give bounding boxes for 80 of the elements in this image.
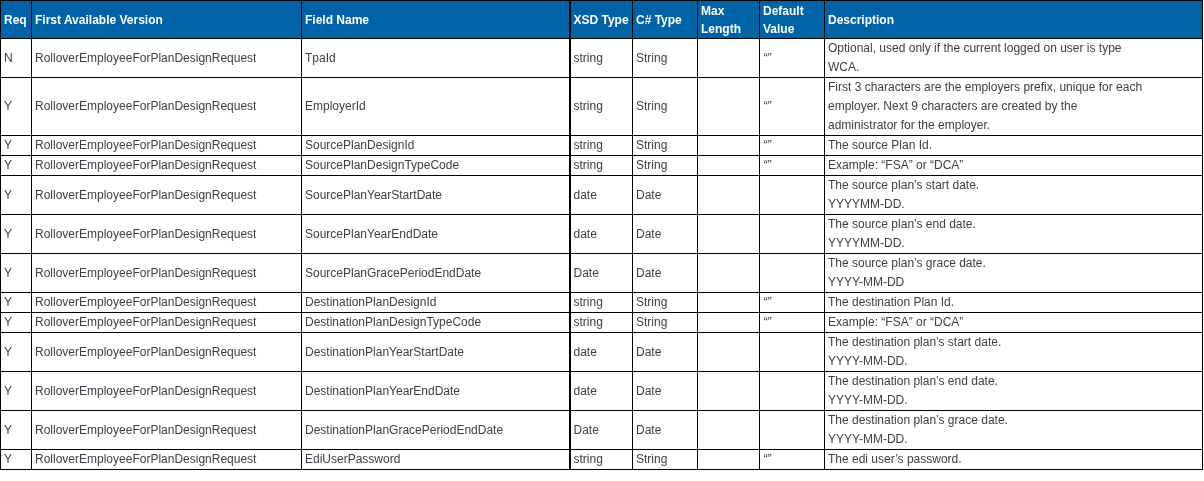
table-cell: The source plan’s grace date. YYYY-MM-DD: [824, 253, 1203, 293]
table-cell: Date: [569, 253, 633, 293]
table-cell: “”: [759, 135, 825, 156]
table-cell: date: [569, 214, 633, 254]
column-header: Default Value: [759, 0, 825, 39]
table-cell: Y: [0, 410, 32, 450]
column-header: Max Length: [697, 0, 760, 39]
table-cell: Y: [0, 449, 32, 470]
table-cell: string: [569, 155, 633, 176]
table-cell: Date: [632, 253, 698, 293]
table-cell: RolloverEmployeeForPlanDesignRequest: [31, 312, 302, 333]
table-cell: Date: [632, 371, 698, 411]
table-cell: date: [569, 332, 633, 372]
table-cell: Y: [0, 292, 32, 313]
table-cell: Y: [0, 312, 32, 333]
table-cell: Date: [632, 332, 698, 372]
table-cell: string: [569, 38, 633, 78]
table-cell: date: [569, 175, 633, 215]
table-cell: string: [569, 292, 633, 313]
table-cell: “”: [759, 77, 825, 136]
column-header: C# Type: [632, 0, 698, 39]
table-cell: String: [632, 312, 698, 333]
table-cell: String: [632, 77, 698, 136]
table-cell: String: [632, 155, 698, 176]
table-cell: String: [632, 38, 698, 78]
table-cell: String: [632, 292, 698, 313]
table-cell: Date: [632, 214, 698, 254]
column-header: First Available Version: [31, 0, 302, 39]
table-cell: RolloverEmployeeForPlanDesignRequest: [31, 155, 302, 176]
table-cell: Y: [0, 135, 32, 156]
table-cell: Date: [569, 410, 633, 450]
table-cell: string: [569, 312, 633, 333]
table-cell: Y: [0, 175, 32, 215]
column-header: Req: [0, 0, 32, 39]
table-cell: RolloverEmployeeForPlanDesignRequest: [31, 214, 302, 254]
table-cell: “”: [759, 312, 825, 333]
table-cell: date: [569, 371, 633, 411]
table-cell: N: [0, 38, 32, 78]
table-cell: Y: [0, 214, 32, 254]
table-cell: RolloverEmployeeForPlanDesignRequest: [31, 77, 302, 136]
table-cell: String: [632, 449, 698, 470]
table-cell: Y: [0, 155, 32, 176]
column-header: Description: [824, 0, 1203, 39]
table-cell: string: [569, 77, 633, 136]
table-cell: string: [569, 135, 633, 156]
table-cell: The destination plan’s grace date. YYYY-MM-DD.: [824, 410, 1203, 450]
table-cell: “”: [759, 38, 825, 78]
table-cell: RolloverEmployeeForPlanDesignRequest: [31, 371, 302, 411]
table-cell: Date: [632, 410, 698, 450]
table-cell: The source plan’s end date. YYYYMM-DD.: [824, 214, 1203, 254]
table-cell: RolloverEmployeeForPlanDesignRequest: [31, 253, 302, 293]
table-cell: Example: “FSA” or “DCA”: [824, 312, 1203, 333]
table-cell: Optional, used only if the current logged on user is type WCA.: [824, 38, 1203, 78]
table-cell: Y: [0, 332, 32, 372]
table-cell: RolloverEmployeeForPlanDesignRequest: [31, 332, 302, 372]
table-cell: Date: [632, 175, 698, 215]
table-cell: Y: [0, 253, 32, 293]
table-cell: “”: [759, 292, 825, 313]
table-cell: Y: [0, 371, 32, 411]
table-cell: String: [632, 135, 698, 156]
table-cell: string: [569, 449, 633, 470]
table-cell: The source Plan Id.: [824, 135, 1203, 156]
column-header: XSD Type: [569, 0, 633, 39]
table-cell: Y: [0, 77, 32, 136]
table-cell: RolloverEmployeeForPlanDesignRequest: [31, 292, 302, 313]
table-cell: First 3 characters are the employers prefix, unique for each employer. Next 9 characters are created by the administrator for the employer.: [824, 77, 1203, 136]
column-header: Field Name: [301, 0, 570, 39]
table-cell: The destination plan’s start date. YYYY-MM-DD.: [824, 332, 1203, 372]
table-cell: The source plan’s start date. YYYYMM-DD.: [824, 175, 1203, 215]
table-cell: The edi user’s password.: [824, 449, 1203, 470]
table-cell: “”: [759, 449, 825, 470]
table-cell: RolloverEmployeeForPlanDesignRequest: [31, 449, 302, 470]
table-cell: RolloverEmployeeForPlanDesignRequest: [31, 135, 302, 156]
table-cell: The destination plan’s end date. YYYY-MM-DD.: [824, 371, 1203, 411]
table-cell: The destination Plan Id.: [824, 292, 1203, 313]
table-cell: RolloverEmployeeForPlanDesignRequest: [31, 38, 302, 78]
table-cell: RolloverEmployeeForPlanDesignRequest: [31, 410, 302, 450]
table-cell: “”: [759, 155, 825, 176]
table-cell: RolloverEmployeeForPlanDesignRequest: [31, 175, 302, 215]
table-cell: Example: “FSA” or “DCA”: [824, 155, 1203, 176]
